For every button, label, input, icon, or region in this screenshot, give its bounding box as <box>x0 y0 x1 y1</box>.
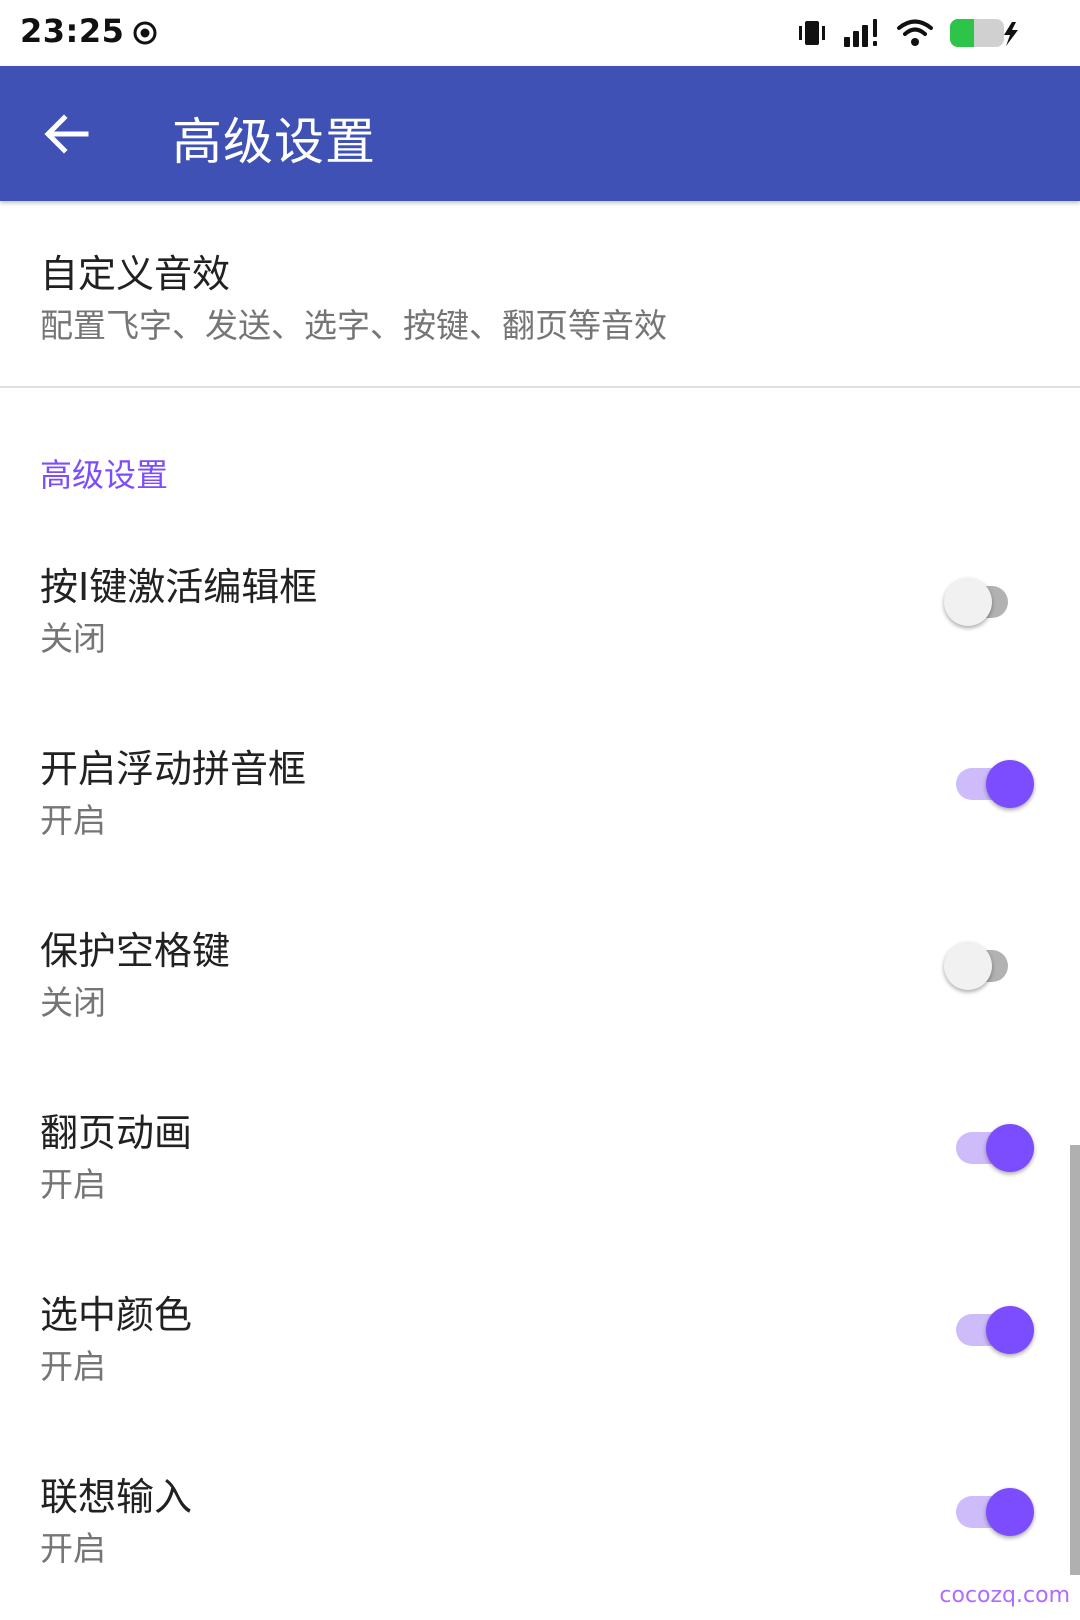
switch-thumb <box>986 760 1034 808</box>
toggle-switch[interactable] <box>944 1488 1034 1536</box>
switch-thumb <box>944 578 992 626</box>
section-header: 高级设置 <box>40 456 169 494</box>
status-bar: 23:25 <box>0 0 1080 66</box>
wifi-icon <box>897 19 933 46</box>
watermark: cocozq.com <box>939 1583 1070 1608</box>
switch-thumb <box>986 1488 1034 1536</box>
setting-title: 联想输入 <box>40 1475 193 1519</box>
setting-row-protect-space[interactable]: 保护空格键 关闭 <box>0 876 1080 1058</box>
setting-row-prediction-input[interactable]: 联想输入 开启 <box>0 1422 1080 1604</box>
setting-summary: 开启 <box>40 1529 106 1568</box>
toggle-switch[interactable] <box>944 760 1034 808</box>
record-icon <box>133 21 157 45</box>
setting-summary: 开启 <box>40 1347 106 1386</box>
status-icons <box>796 16 1020 50</box>
signal-icon <box>844 19 877 47</box>
toggle-switch[interactable] <box>944 578 1034 626</box>
setting-row-activate-editbox[interactable]: 按I键激活编辑框 关闭 <box>0 512 1080 694</box>
switch-thumb <box>986 1124 1034 1172</box>
back-arrow-icon[interactable] <box>40 110 92 158</box>
battery-icon <box>950 19 1018 47</box>
setting-summary: 关闭 <box>40 983 106 1022</box>
setting-title: 翻页动画 <box>40 1111 193 1155</box>
toggle-switch[interactable] <box>944 1306 1034 1354</box>
scrollbar[interactable] <box>1070 1145 1080 1575</box>
custom-sound-summary: 配置飞字、发送、选字、按键、翻页等音效 <box>40 306 667 345</box>
toggle-switch[interactable] <box>944 1124 1034 1172</box>
vibrate-icon <box>799 21 825 45</box>
setting-title: 保护空格键 <box>40 929 231 973</box>
app-bar: 高级设置 <box>0 66 1080 201</box>
setting-row-page-animation[interactable]: 翻页动画 开启 <box>0 1058 1080 1240</box>
setting-row-floating-pinyin[interactable]: 开启浮动拼音框 开启 <box>0 694 1080 876</box>
custom-sound-pref[interactable]: 自定义音效 配置飞字、发送、选字、按键、翻页等音效 <box>0 201 1080 388</box>
setting-title: 选中颜色 <box>40 1293 193 1337</box>
status-time: 23:25 <box>20 12 125 50</box>
switch-thumb <box>944 942 992 990</box>
setting-title: 开启浮动拼音框 <box>40 747 307 791</box>
toggle-switch[interactable] <box>944 942 1034 990</box>
setting-row-selection-color[interactable]: 选中颜色 开启 <box>0 1240 1080 1422</box>
setting-summary: 开启 <box>40 1165 106 1204</box>
custom-sound-title: 自定义音效 <box>40 252 231 296</box>
switch-thumb <box>986 1306 1034 1354</box>
setting-summary: 关闭 <box>40 619 106 658</box>
setting-summary: 开启 <box>40 801 106 840</box>
page-title: 高级设置 <box>172 113 376 171</box>
setting-title: 按I键激活编辑框 <box>40 565 318 609</box>
